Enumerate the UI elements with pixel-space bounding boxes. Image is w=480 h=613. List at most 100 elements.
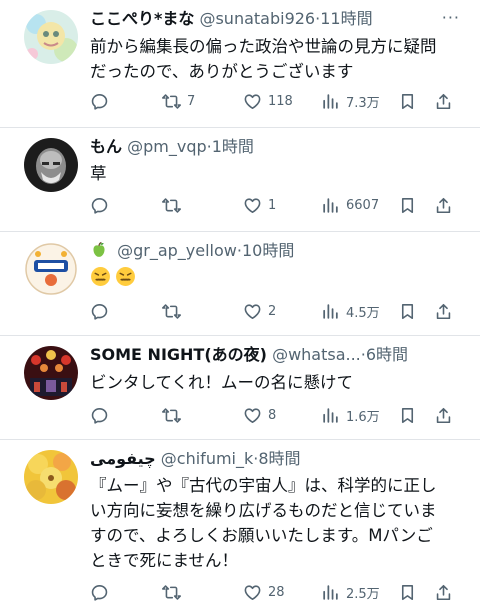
like-icon xyxy=(244,407,261,423)
avatar[interactable] xyxy=(24,138,78,192)
retweet-icon xyxy=(162,407,181,423)
reply-button[interactable] xyxy=(90,300,115,322)
user-handle[interactable]: @gr_ap_yellow xyxy=(117,241,237,260)
retweet-button[interactable]: 7 xyxy=(162,90,195,112)
retweet-icon xyxy=(162,584,181,600)
views-button[interactable]: 7.3万 xyxy=(321,90,380,112)
bookmark-icon xyxy=(401,303,414,319)
avatar[interactable] xyxy=(24,346,78,400)
like-button[interactable]: 2 xyxy=(243,300,276,322)
frowning-face-icon xyxy=(90,266,111,294)
timestamp[interactable]: 8時間 xyxy=(258,449,300,468)
views-button[interactable]: 1.6万 xyxy=(321,404,380,426)
like-button[interactable]: 1 xyxy=(243,194,276,216)
tweet-item[interactable]: SOME NIGHT(あの夜) @whatsa...·6時間 ビンタしてくれ！ム… xyxy=(0,336,480,439)
views-icon xyxy=(323,303,338,319)
reply-icon xyxy=(91,303,108,320)
tweet-header: @gr_ap_yellow·10時間 xyxy=(90,240,468,265)
share-icon xyxy=(436,303,451,319)
timestamp[interactable]: 6時間 xyxy=(366,345,408,364)
retweet-icon xyxy=(162,93,181,109)
share-icon xyxy=(436,584,451,600)
tweet-text-line: ビンタしてくれ！ムーの名に懸けて xyxy=(90,373,354,392)
share-button[interactable] xyxy=(434,581,453,603)
tweet-text-line: い方向に妄想を繰り広げるものだと信じていま xyxy=(90,501,437,520)
retweet-button[interactable] xyxy=(162,581,187,603)
avatar[interactable] xyxy=(24,10,78,64)
like-button[interactable]: 28 xyxy=(243,581,285,603)
user-handle[interactable]: @sunatabi926 xyxy=(199,9,315,28)
avatar[interactable] xyxy=(24,450,78,504)
views-icon xyxy=(323,584,338,600)
action-bar: 2 4.5万 xyxy=(90,300,464,322)
share-button[interactable] xyxy=(434,90,453,112)
reply-button[interactable] xyxy=(90,194,115,216)
retweet-button[interactable] xyxy=(162,300,187,322)
user-handle[interactable]: @chifumi_k xyxy=(161,449,253,468)
retweet-count: 7 xyxy=(187,93,196,109)
bookmark-icon xyxy=(401,584,414,600)
retweet-icon xyxy=(162,197,181,213)
reply-feed: ここぺり*まな @sunatabi926·11時間 ··· 前から編集長の偏った… xyxy=(0,0,480,613)
tweet-text-line: すので、よろしくお願いいたします。Mパンご xyxy=(90,526,433,545)
reply-button[interactable] xyxy=(90,90,115,112)
avatar[interactable] xyxy=(24,242,78,296)
tweet-text: ビンタしてくれ！ムーの名に懸けて xyxy=(90,370,466,395)
like-icon xyxy=(244,584,261,600)
share-button[interactable] xyxy=(434,300,453,322)
retweet-button[interactable] xyxy=(162,194,187,216)
timestamp[interactable]: 11時間 xyxy=(320,9,372,28)
views-button[interactable]: 2.5万 xyxy=(321,581,380,603)
like-button[interactable]: 118 xyxy=(243,90,293,112)
bookmark-button[interactable] xyxy=(398,90,417,112)
tweet-header: SOME NIGHT(あの夜) @whatsa...·6時間 xyxy=(90,344,468,366)
tweet-item[interactable]: ここぺり*まな @sunatabi926·11時間 ··· 前から編集長の偏った… xyxy=(0,0,480,127)
reply-button[interactable] xyxy=(90,404,115,426)
tweet-text xyxy=(90,266,466,294)
display-name[interactable]: چیفومی xyxy=(90,449,156,468)
share-icon xyxy=(436,93,451,109)
display-name[interactable]: SOME NIGHT(あの夜) xyxy=(90,345,267,364)
user-handle[interactable]: @pm_vqp xyxy=(127,137,207,156)
retweet-button[interactable] xyxy=(162,404,187,426)
tweet-text: 草 xyxy=(90,161,466,186)
more-options-icon[interactable]: ··· xyxy=(442,9,460,27)
display-name[interactable]: ここぺり*まな xyxy=(90,9,194,28)
tweet-item[interactable]: @gr_ap_yellow·10時間 2 4.5万 xyxy=(0,232,480,335)
bookmark-button[interactable] xyxy=(398,194,417,216)
views-button[interactable]: 4.5万 xyxy=(321,300,380,322)
display-name[interactable]: もん xyxy=(90,137,122,156)
views-icon xyxy=(323,197,338,213)
bookmark-button[interactable] xyxy=(398,404,417,426)
bookmark-icon xyxy=(401,93,414,109)
reply-icon xyxy=(91,407,108,424)
like-button[interactable]: 8 xyxy=(243,404,276,426)
share-button[interactable] xyxy=(434,194,453,216)
bookmark-icon xyxy=(401,197,414,213)
tweet-item[interactable]: چیفومی @chifumi_k·8時間 『ムー』や『古代の宇宙人』は、科学的… xyxy=(0,440,480,613)
like-icon xyxy=(244,303,261,319)
like-count: 2 xyxy=(268,303,277,319)
like-icon xyxy=(244,93,261,109)
reply-button[interactable] xyxy=(90,581,115,603)
action-bar: 8 1.6万 xyxy=(90,404,464,426)
like-icon xyxy=(244,197,261,213)
views-icon xyxy=(323,407,338,423)
bookmark-button[interactable] xyxy=(398,300,417,322)
bookmark-button[interactable] xyxy=(398,581,417,603)
like-count: 8 xyxy=(268,407,277,423)
tweet-text: 前から編集長の偏った政治や世論の見方に疑問 だったので、ありがとうございます xyxy=(90,34,466,84)
share-button[interactable] xyxy=(434,404,453,426)
views-button[interactable]: 6607 xyxy=(321,194,379,216)
timestamp[interactable]: 1時間 xyxy=(212,137,254,156)
green-apple-icon xyxy=(90,241,108,265)
view-count: 4.5万 xyxy=(346,305,380,321)
tweet-text-line: だったので、ありがとうございます xyxy=(90,62,354,81)
timestamp[interactable]: 10時間 xyxy=(242,241,294,260)
reply-icon xyxy=(91,93,108,110)
tweet-item[interactable]: もん @pm_vqp·1時間 草 1 6607 xyxy=(0,128,480,231)
action-bar: 1 6607 xyxy=(90,194,464,216)
view-count: 1.6万 xyxy=(346,409,380,425)
user-handle[interactable]: @whatsa... xyxy=(272,345,361,364)
view-count: 7.3万 xyxy=(346,95,380,111)
